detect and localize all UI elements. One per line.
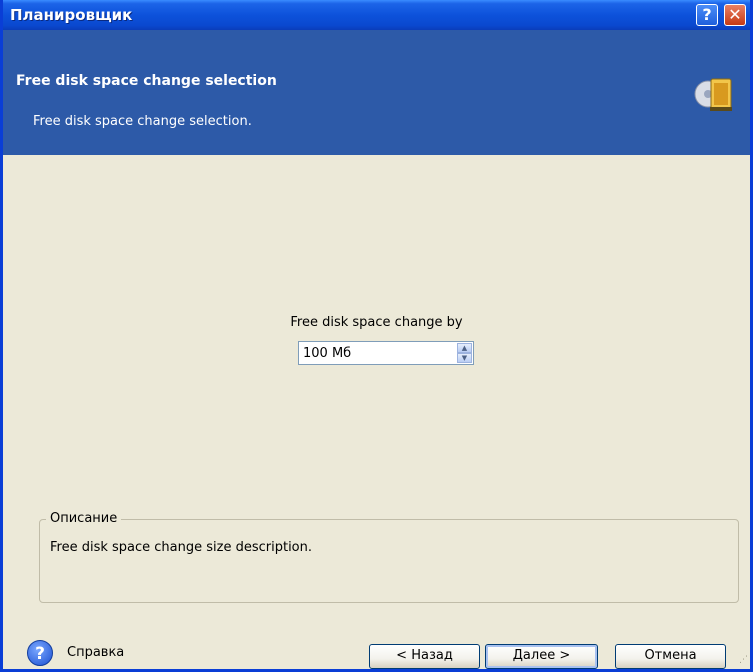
spin-buttons: ▲ ▼: [457, 343, 472, 363]
question-icon: ?: [702, 5, 712, 24]
free-space-spinbox[interactable]: 100 Мб ▲ ▼: [298, 341, 474, 365]
free-space-value[interactable]: 100 Мб: [303, 346, 351, 361]
wizard-content: Free disk space change by 100 Мб ▲ ▼ Опи…: [3, 155, 750, 669]
description-legend: Описание: [46, 511, 122, 526]
help-icon[interactable]: ?: [27, 640, 53, 666]
wizard-disc-folder-icon: [694, 78, 732, 111]
description-text: Free disk space change size description.: [50, 540, 313, 555]
help-label[interactable]: Справка: [67, 645, 124, 660]
title-help-button[interactable]: ?: [696, 4, 718, 26]
cancel-button[interactable]: Отмена: [615, 644, 726, 669]
close-icon: ✕: [728, 5, 742, 24]
free-space-label: Free disk space change by: [290, 315, 463, 330]
back-button[interactable]: < Назад: [369, 644, 480, 669]
page-title: Free disk space change selection: [16, 73, 277, 89]
resize-grip-icon[interactable]: ⋰: [739, 655, 748, 665]
description-group: Описание Free disk space change size des…: [39, 511, 739, 603]
spin-up-button[interactable]: ▲: [457, 343, 472, 353]
wizard-header: Free disk space change selection Free di…: [3, 30, 750, 155]
next-button[interactable]: Далее >: [485, 644, 598, 669]
title-bar[interactable]: Планировщик ? ✕: [3, 0, 750, 30]
page-subtitle: Free disk space change selection.: [33, 114, 252, 129]
wizard-window: Планировщик ? ✕ Free disk space change s…: [0, 0, 753, 672]
close-button[interactable]: ✕: [724, 4, 746, 26]
window-title: Планировщик: [10, 6, 133, 24]
spin-down-button[interactable]: ▼: [457, 353, 472, 363]
